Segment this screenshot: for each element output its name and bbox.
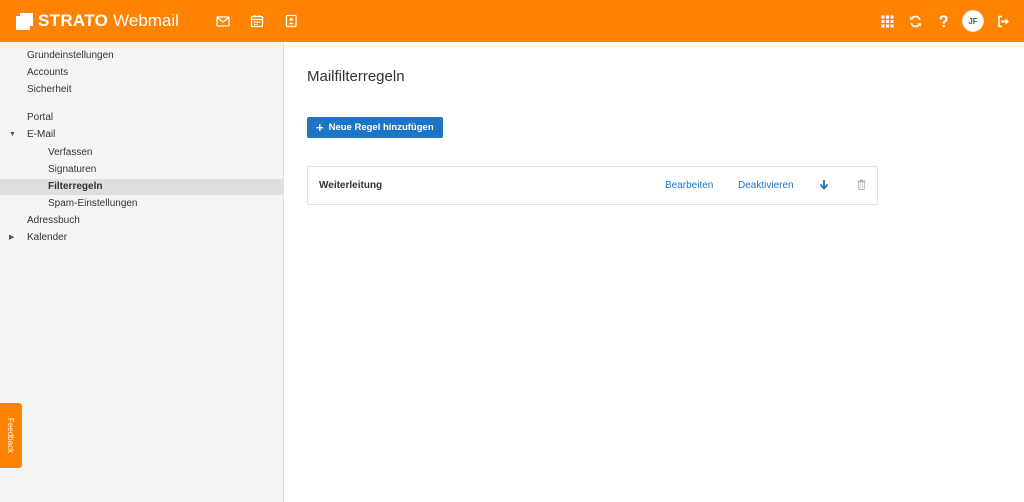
- sidebar-item-portal[interactable]: Portal: [0, 110, 283, 126]
- sidebar-item-spam-einstellungen[interactable]: Spam-Einstellungen: [0, 196, 283, 212]
- feedback-button[interactable]: Feedback: [0, 403, 22, 468]
- help-icon[interactable]: [934, 12, 952, 30]
- arrow-down-icon[interactable]: [819, 179, 829, 190]
- header-actions: JF: [868, 0, 1012, 42]
- add-rule-label: Neue Regel hinzufügen: [328, 122, 434, 133]
- avatar[interactable]: JF: [962, 10, 984, 32]
- logo[interactable]: STRATO Webmail: [16, 0, 179, 42]
- caret-down-icon[interactable]: ▼: [9, 127, 16, 143]
- sidebar-item-grundeinstellungen[interactable]: Grundeinstellungen: [0, 48, 283, 64]
- logout-icon[interactable]: [994, 12, 1012, 30]
- trash-icon[interactable]: [857, 179, 866, 190]
- caret-right-icon[interactable]: ▶: [9, 230, 14, 246]
- main-content: Mailfilterregeln + Neue Regel hinzufügen…: [285, 42, 1024, 502]
- sidebar-item-email[interactable]: ▼ E-Mail: [0, 127, 283, 143]
- plus-icon: +: [316, 120, 324, 135]
- settings-sidebar: Grundeinstellungen Accounts Sicherheit P…: [0, 42, 284, 502]
- brand-name: STRATO: [38, 11, 109, 30]
- address-book-icon[interactable]: [282, 12, 300, 30]
- sidebar-item-filterregeln[interactable]: Filterregeln: [0, 179, 283, 195]
- apps-grid-icon[interactable]: [878, 12, 896, 30]
- feedback-label: Feedback: [6, 417, 16, 454]
- page-title: Mailfilterregeln: [307, 68, 405, 85]
- deactivate-rule-link[interactable]: Deaktivieren: [738, 180, 794, 191]
- strato-logo-icon: [16, 12, 33, 30]
- sidebar-item-signaturen[interactable]: Signaturen: [0, 162, 283, 178]
- app-switcher: [214, 12, 316, 30]
- sidebar-item-adressbuch[interactable]: Adressbuch: [0, 213, 283, 229]
- sidebar-item-verfassen[interactable]: Verfassen: [0, 145, 283, 161]
- calendar-icon[interactable]: [248, 12, 266, 30]
- add-rule-button[interactable]: + Neue Regel hinzufügen: [307, 117, 443, 138]
- top-bar: STRATO Webmail JF: [0, 0, 1024, 42]
- mail-icon[interactable]: [214, 12, 232, 30]
- sidebar-item-accounts[interactable]: Accounts: [0, 65, 283, 81]
- sidebar-item-kalender[interactable]: ▶ Kalender: [0, 230, 283, 246]
- refresh-icon[interactable]: [906, 12, 924, 30]
- sidebar-item-sicherheit[interactable]: Sicherheit: [0, 82, 283, 98]
- rule-name: Weiterleitung: [319, 180, 383, 191]
- edit-rule-link[interactable]: Bearbeiten: [665, 180, 713, 191]
- product-name: Webmail: [113, 11, 179, 30]
- rule-row: Weiterleitung Bearbeiten Deaktivieren: [307, 166, 878, 205]
